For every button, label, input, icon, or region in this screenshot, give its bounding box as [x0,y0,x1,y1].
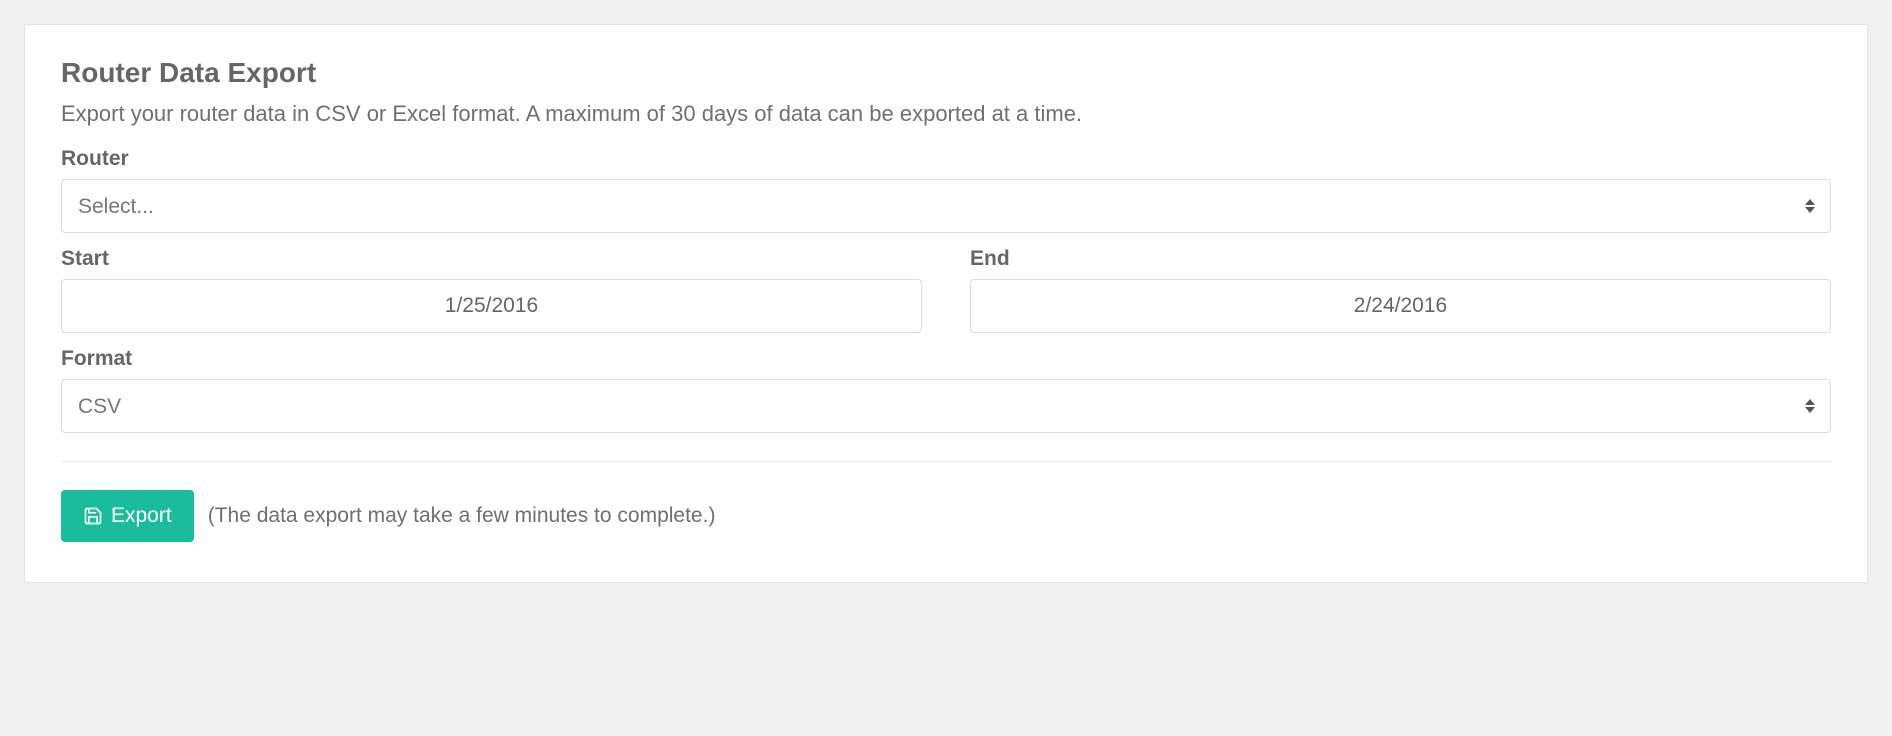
router-select[interactable]: Select... [61,179,1831,233]
end-input[interactable] [970,279,1831,333]
router-select-wrap: Select... [61,179,1831,233]
export-button[interactable]: Export [61,490,194,542]
end-field: End [970,247,1831,333]
save-icon [83,506,103,526]
format-field: Format CSV [61,347,1831,433]
action-row: Export (The data export may take a few m… [61,490,1831,542]
format-label: Format [61,347,1831,371]
start-input[interactable] [61,279,922,333]
format-select-wrap: CSV [61,379,1831,433]
page-title: Router Data Export [61,57,1831,89]
end-label: End [970,247,1831,271]
router-field: Router Select... [61,147,1831,233]
start-field: Start [61,247,922,333]
start-label: Start [61,247,922,271]
export-panel: Router Data Export Export your router da… [24,24,1868,583]
format-select[interactable]: CSV [61,379,1831,433]
date-row: Start End [61,247,1831,333]
export-button-label: Export [111,504,172,528]
router-label: Router [61,147,1831,171]
export-note: (The data export may take a few minutes … [208,504,716,528]
page-description: Export your router data in CSV or Excel … [61,101,1831,127]
divider [61,461,1831,462]
